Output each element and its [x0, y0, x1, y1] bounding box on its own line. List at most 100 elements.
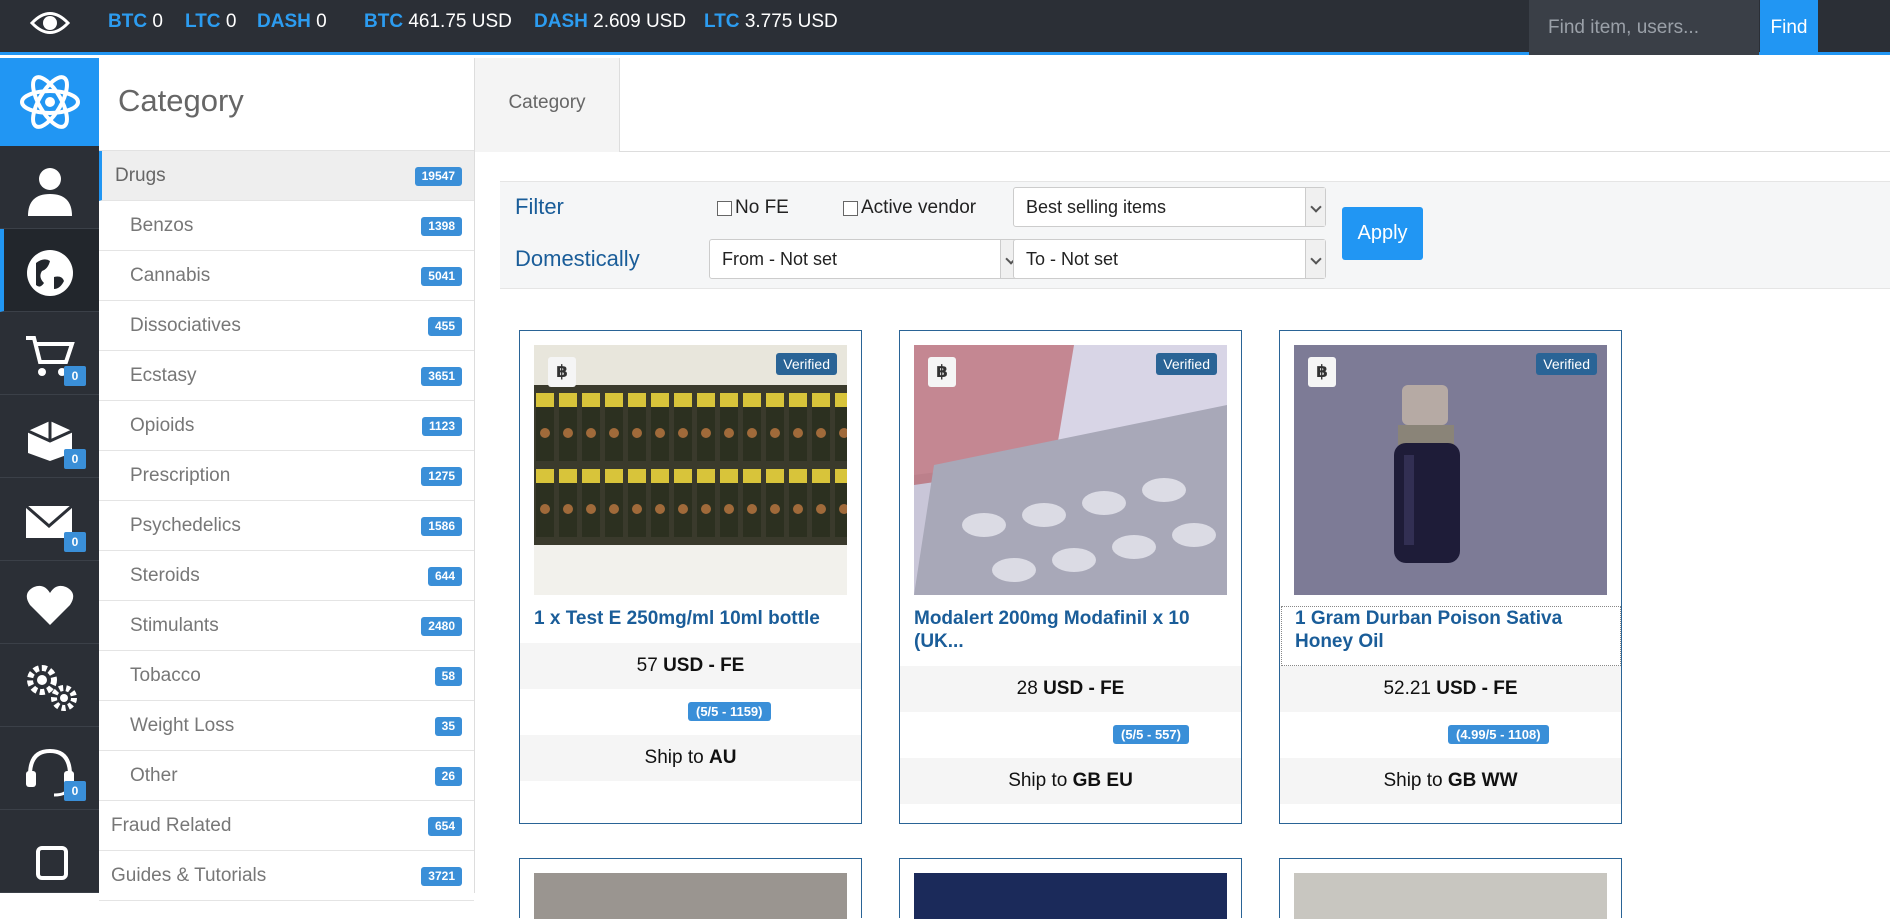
- apply-button[interactable]: Apply: [1342, 207, 1423, 260]
- heart-icon: [26, 585, 74, 625]
- chevron-down-icon: [1305, 240, 1325, 278]
- bitcoin-icon: ฿: [1308, 357, 1336, 387]
- orders-count-badge: 0: [64, 449, 86, 469]
- category-label: Dissociatives: [130, 315, 241, 336]
- listing-title[interactable]: 1 Gram Durban Poison Sativa Honey Oil: [1281, 606, 1621, 666]
- domestically-label: Domestically: [515, 246, 640, 271]
- listing-title[interactable]: 1 x Test E 250mg/ml 10ml bottle: [534, 607, 850, 630]
- listing-card[interactable]: [899, 858, 1242, 919]
- category-item-prescription[interactable]: Prescription 1275: [99, 451, 474, 501]
- listing-price: 57 USD - FE: [520, 643, 861, 689]
- user-icon: [28, 168, 72, 216]
- filter-panel: Filter Domestically No FE Active vendor …: [500, 181, 1890, 289]
- tab-bar: Category: [475, 58, 1890, 152]
- category-label: Stimulants: [130, 615, 219, 636]
- bitcoin-icon: ฿: [548, 357, 576, 387]
- listing-card[interactable]: ฿ Verified Modalert 200mg Modafinil x 10…: [899, 330, 1242, 824]
- listing-card[interactable]: [519, 858, 862, 919]
- atom-logo[interactable]: [0, 58, 99, 146]
- category-item-tobacco[interactable]: Tobacco 58: [99, 651, 474, 701]
- cart-count-badge: 0: [64, 366, 86, 386]
- category-item-opioids[interactable]: Opioids 1123: [99, 401, 474, 451]
- vendor-rating-badge[interactable]: (5/5 - 557): [1113, 725, 1189, 744]
- rail-support[interactable]: 0: [0, 727, 99, 810]
- category-label: Tobacco: [130, 665, 201, 686]
- listing-title[interactable]: Modalert 200mg Modafinil x 10 (UK...: [914, 607, 1230, 653]
- listing-image[interactable]: [914, 873, 1227, 919]
- category-label: Guides & Tutorials: [111, 865, 267, 886]
- rail-more[interactable]: [0, 810, 99, 893]
- category-item-dissociatives[interactable]: Dissociatives 455: [99, 301, 474, 351]
- listing-image[interactable]: ฿ Verified: [914, 345, 1227, 595]
- verified-badge: Verified: [776, 353, 837, 375]
- category-title: Category: [99, 58, 474, 151]
- category-item-weight-loss[interactable]: Weight Loss 35: [99, 701, 474, 751]
- category-item-other[interactable]: Other 26: [99, 751, 474, 801]
- listing-card[interactable]: ฿ Verified 1 x Test E 250mg/ml 10ml bott…: [519, 330, 862, 824]
- listing-price: 28 USD - FE: [900, 666, 1241, 712]
- no-fe-label: No FE: [735, 197, 789, 218]
- verified-badge: Verified: [1536, 353, 1597, 375]
- checkbox-box[interactable]: [843, 200, 858, 216]
- rate-btc: BTC 461.75 USD: [364, 11, 512, 32]
- category-count-badge: 455: [427, 317, 462, 336]
- category-label: Weight Loss: [130, 715, 235, 736]
- sort-select[interactable]: Best selling items: [1013, 187, 1326, 227]
- category-count-badge: 1586: [421, 517, 462, 536]
- listing-price: 52.21 USD - FE: [1280, 666, 1621, 712]
- category-label: Opioids: [130, 415, 195, 436]
- chevron-down-icon: [1305, 188, 1325, 226]
- rail-cart[interactable]: 0: [0, 312, 99, 395]
- category-label: Other: [130, 765, 178, 786]
- checkbox-box[interactable]: [717, 200, 732, 216]
- category-count-badge: 3651: [421, 367, 462, 386]
- category-item-steroids[interactable]: Steroids 644: [99, 551, 474, 601]
- listing-shipping: Ship to GB EU: [900, 758, 1241, 804]
- rail-messages[interactable]: 0: [0, 478, 99, 561]
- rail-profile[interactable]: [0, 146, 99, 229]
- find-button[interactable]: Find: [1760, 0, 1818, 55]
- filter-label: Filter: [515, 194, 564, 219]
- category-label: Steroids: [130, 565, 200, 586]
- category-item-ecstasy[interactable]: Ecstasy 3651: [99, 351, 474, 401]
- listing-image[interactable]: ฿ Verified: [534, 345, 847, 595]
- listing-image[interactable]: [534, 873, 847, 919]
- listing-image[interactable]: ฿ Verified: [1294, 345, 1607, 595]
- rail-orders[interactable]: 0: [0, 395, 99, 478]
- eye-icon[interactable]: [30, 8, 70, 38]
- pills-image: [914, 345, 1227, 595]
- listing-card[interactable]: ฿ Verified 1 Gram Durban Poison Sativa H…: [1279, 330, 1622, 824]
- gear-icon: [27, 665, 77, 711]
- to-select-value: To - Not set: [1026, 249, 1119, 269]
- category-item-stimulants[interactable]: Stimulants 2480: [99, 601, 474, 651]
- category-item-cannabis[interactable]: Cannabis 5041: [99, 251, 474, 301]
- balance-ltc: LTC 0: [185, 11, 237, 32]
- atom-icon: [20, 75, 80, 129]
- tab-category[interactable]: Category: [475, 58, 620, 152]
- category-item-drugs[interactable]: Drugs 19547: [99, 151, 474, 201]
- rate-dash: DASH 2.609 USD: [534, 11, 687, 32]
- category-item-guides-tutorials[interactable]: Guides & Tutorials 3721: [99, 851, 474, 901]
- no-fe-checkbox[interactable]: No FE: [717, 197, 789, 219]
- category-count-badge: 2480: [421, 617, 462, 636]
- category-item-fraud-related[interactable]: Fraud Related 654: [99, 801, 474, 851]
- active-vendor-checkbox[interactable]: Active vendor: [843, 197, 976, 219]
- active-vendor-label: Active vendor: [861, 197, 977, 218]
- category-count-badge: 654: [427, 817, 462, 836]
- from-select[interactable]: From - Not set: [709, 239, 1021, 279]
- vendor-rating-badge[interactable]: (4.99/5 - 1108): [1448, 725, 1549, 744]
- vendor-rating-badge[interactable]: (5/5 - 1159): [688, 702, 771, 721]
- rail-settings[interactable]: [0, 644, 99, 727]
- search-input[interactable]: [1529, 0, 1759, 55]
- to-select[interactable]: To - Not set: [1013, 239, 1326, 279]
- listing-card[interactable]: [1279, 858, 1622, 919]
- category-item-benzos[interactable]: Benzos 1398: [99, 201, 474, 251]
- vial-image: [1294, 345, 1607, 595]
- listing-image[interactable]: [1294, 873, 1607, 919]
- category-count-badge: 58: [434, 667, 462, 686]
- listing-shipping: Ship to GB WW: [1280, 758, 1621, 804]
- category-count-badge: 19547: [414, 167, 462, 186]
- rail-browse[interactable]: [0, 229, 99, 312]
- rail-favorites[interactable]: [0, 561, 99, 644]
- category-item-psychedelics[interactable]: Psychedelics 1586: [99, 501, 474, 551]
